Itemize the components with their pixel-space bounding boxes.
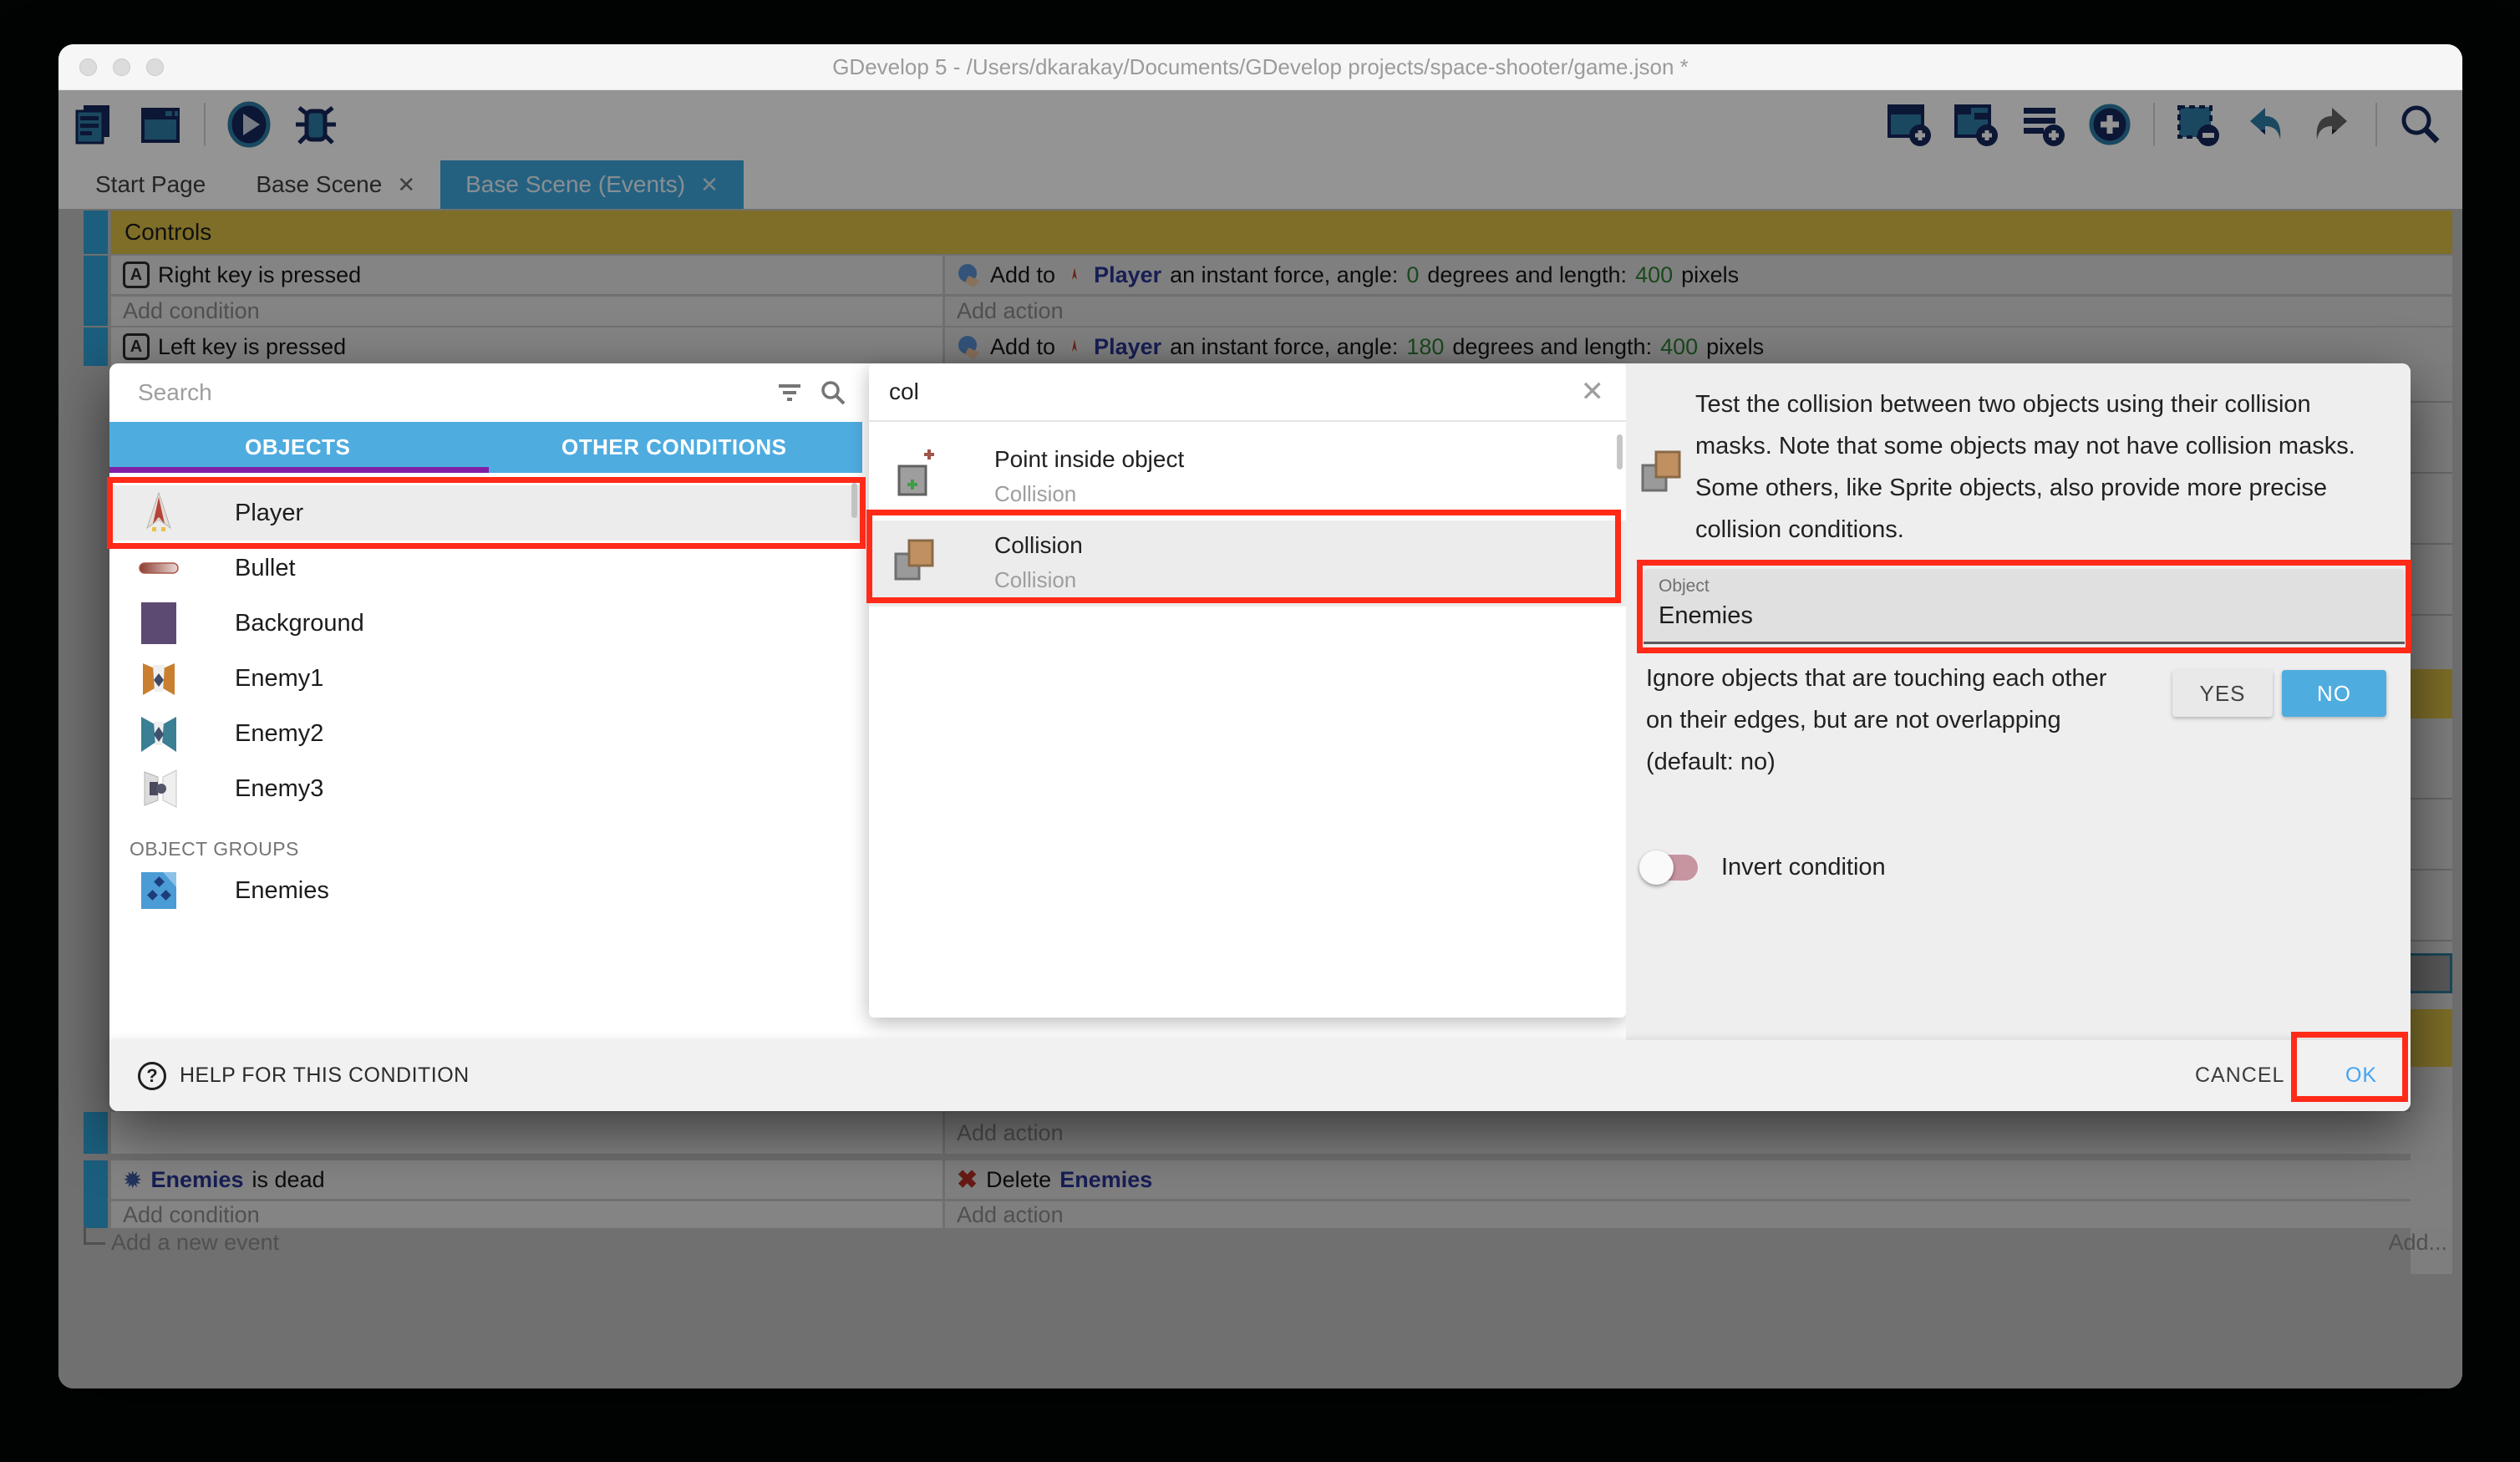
clear-search-icon[interactable]: ✕	[1581, 375, 1605, 409]
ignore-line: Ignore objects that are touching each ot…	[1646, 657, 2106, 699]
invert-condition-label: Invert condition	[1721, 855, 1886, 881]
screenshot-root: GDevelop 5 - /Users/dkarakay/Documents/G…	[0, 0, 2520, 1462]
ignore-line: on their edges, but are not overlapping	[1646, 699, 2106, 741]
enemies-group-icon	[139, 870, 179, 911]
window-title: GDevelop 5 - /Users/dkarakay/Documents/G…	[58, 44, 2462, 90]
annotation-ok-button	[2291, 1032, 2408, 1102]
enemy2-object-icon	[138, 712, 180, 755]
object-search-field[interactable]: Search	[109, 363, 862, 422]
no-label: NO	[2317, 681, 2351, 707]
result-title: Point inside object	[994, 446, 1184, 473]
object-name: Enemy2	[235, 720, 323, 748]
background-object-icon	[140, 601, 178, 646]
dialog-tabs: OBJECTS OTHER CONDITIONS	[109, 422, 862, 473]
enemy1-object-icon	[138, 657, 180, 700]
object-row-enemy3[interactable]: Enemy3	[109, 761, 862, 816]
object-row-enemy1[interactable]: Enemy1	[109, 651, 862, 706]
condition-detail-panel: Test the collision between two objects u…	[1626, 363, 2411, 1040]
object-name: Enemy3	[235, 775, 323, 803]
dialog-bottom-bar: ? HELP FOR THIS CONDITION CANCEL OK	[109, 1040, 2411, 1111]
tab-objects[interactable]: OBJECTS	[109, 422, 486, 473]
collision-icon	[1639, 447, 1686, 497]
cancel-label: CANCEL	[2195, 1064, 2284, 1088]
condition-results-panel: col ✕ Point inside object Collision	[869, 363, 1626, 1018]
object-row-enemy2[interactable]: Enemy2	[109, 706, 862, 761]
annotation-collision-result	[866, 510, 1621, 603]
search-placeholder: Search	[138, 379, 775, 406]
help-for-condition-button[interactable]: ? HELP FOR THIS CONDITION	[138, 1040, 470, 1111]
enemy3-object-icon	[138, 767, 180, 810]
choose-condition-dialog: Search OBJECTS OTHER CONDITIO	[109, 363, 2411, 1111]
cancel-button[interactable]: CANCEL	[2195, 1040, 2284, 1111]
condition-search-field[interactable]: col ✕	[869, 363, 1626, 422]
ignore-line: (default: no)	[1646, 741, 2106, 783]
annotation-player-row	[107, 477, 866, 549]
result-subtitle: Collision	[994, 481, 1076, 507]
bullet-object-icon	[138, 560, 180, 576]
help-label: HELP FOR THIS CONDITION	[180, 1064, 470, 1088]
invert-condition-toggle[interactable]	[1644, 855, 1698, 881]
group-name: Enemies	[235, 877, 329, 905]
no-button[interactable]: NO	[2282, 670, 2386, 717]
title-bar: GDevelop 5 - /Users/dkarakay/Documents/G…	[58, 44, 2462, 90]
object-name: Bullet	[235, 555, 296, 582]
tab-label: OTHER CONDITIONS	[561, 434, 786, 460]
gdevelop-window: GDevelop 5 - /Users/dkarakay/Documents/G…	[58, 44, 2462, 1388]
search-icon	[819, 378, 847, 407]
condition-description: Test the collision between two objects u…	[1695, 383, 2389, 551]
object-row-background[interactable]: Background	[109, 596, 862, 651]
yes-button[interactable]: YES	[2172, 670, 2273, 717]
annotation-object-field	[1637, 560, 2411, 653]
object-name: Background	[235, 610, 364, 637]
scrollbar-thumb[interactable]	[1617, 434, 1623, 470]
yes-label: YES	[2199, 681, 2245, 707]
tab-label: OBJECTS	[245, 434, 350, 460]
group-row-enemies[interactable]: Enemies	[109, 863, 862, 918]
object-groups-header: OBJECT GROUPS	[130, 838, 299, 860]
help-icon: ?	[138, 1062, 166, 1090]
result-point-inside[interactable]: Point inside object Collision	[869, 434, 1626, 520]
point-inside-icon	[892, 449, 936, 500]
dialog-left-panel: Search OBJECTS OTHER CONDITIO	[109, 363, 862, 1040]
tab-other-conditions[interactable]: OTHER CONDITIONS	[486, 422, 863, 473]
search-query: col	[889, 378, 1581, 405]
toggle-knob	[1639, 850, 1674, 885]
object-name: Enemy1	[235, 665, 323, 693]
ignore-touching-text: Ignore objects that are touching each ot…	[1646, 657, 2106, 783]
active-tab-underline	[109, 467, 489, 473]
filter-icon[interactable]	[775, 378, 804, 407]
